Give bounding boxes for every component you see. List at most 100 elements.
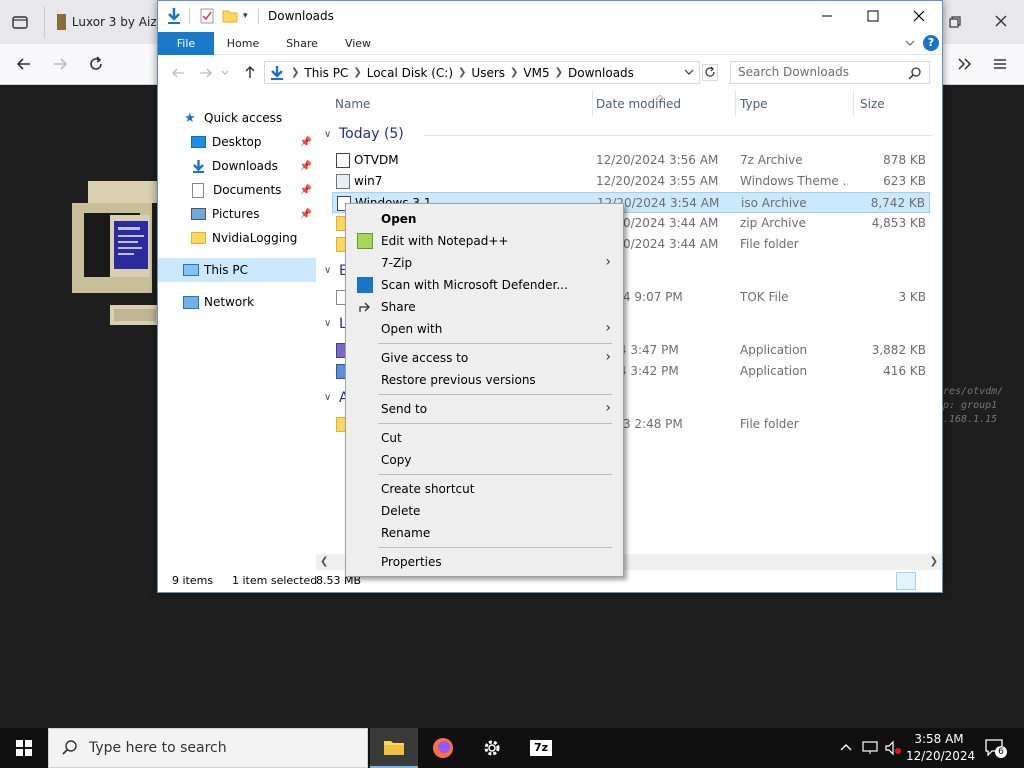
tab-view[interactable]: View bbox=[334, 32, 382, 55]
menu-item-copy[interactable]: Copy bbox=[348, 449, 621, 471]
breadcrumb-local-disk[interactable]: Local Disk (C:) bbox=[362, 66, 458, 80]
terminal-line: p: group1 bbox=[943, 400, 998, 411]
address-bar[interactable]: ❯ This PC ❯ Local Disk (C:) ❯ Users ❯ VM… bbox=[264, 61, 700, 84]
menu-item-give-access[interactable]: Give access to › bbox=[348, 347, 621, 369]
properties-check-icon[interactable] bbox=[200, 8, 214, 24]
nav-item-documents[interactable]: Documents 📌 bbox=[158, 178, 316, 202]
menu-item-send-to[interactable]: Send to › bbox=[348, 398, 621, 420]
file-row[interactable]: win7 12/20/2024 3:55 AM Windows Theme ..… bbox=[332, 171, 930, 192]
nav-quick-access[interactable]: ★ Quick access bbox=[158, 106, 316, 130]
notepadpp-icon bbox=[357, 233, 373, 249]
breadcrumb-vm5[interactable]: VM5 bbox=[518, 66, 554, 80]
refresh-icon[interactable] bbox=[702, 64, 718, 81]
tab-share[interactable]: Share bbox=[276, 32, 328, 55]
menu-item-create-shortcut[interactable]: Create shortcut bbox=[348, 478, 621, 500]
file-row[interactable]: OTVDM 12/20/2024 3:56 AM 7z Archive 878 … bbox=[332, 150, 930, 171]
details-view-icon[interactable] bbox=[896, 572, 916, 590]
notifications-icon[interactable]: 6 bbox=[984, 738, 1007, 758]
start-button[interactable] bbox=[0, 728, 48, 768]
group-collapse-icon[interactable]: ∨ bbox=[324, 392, 331, 403]
search-input[interactable]: Search Downloads bbox=[730, 61, 930, 84]
pin-icon: 📌 bbox=[299, 136, 312, 148]
group-collapse-icon[interactable]: ∨ bbox=[324, 318, 331, 329]
group-header-today[interactable]: Today (5) bbox=[339, 126, 404, 142]
back-icon[interactable] bbox=[170, 65, 186, 81]
nav-item-nvidialogging[interactable]: NvidiaLogging bbox=[158, 226, 316, 250]
file-explorer-taskbar-icon[interactable] bbox=[370, 728, 418, 768]
maximize-icon[interactable] bbox=[858, 7, 888, 25]
network-status-icon[interactable] bbox=[862, 740, 880, 756]
tab-home[interactable]: Home bbox=[218, 32, 268, 55]
breadcrumb-downloads[interactable]: Downloads bbox=[563, 66, 639, 80]
menu-label: Scan with Microsoft Defender... bbox=[381, 278, 568, 292]
menu-hamburger-icon[interactable] bbox=[988, 52, 1012, 76]
recent-locations-chevron-icon[interactable] bbox=[220, 67, 230, 79]
nav-network[interactable]: Network bbox=[158, 290, 316, 314]
nav-this-pc[interactable]: This PC bbox=[158, 258, 316, 282]
menu-item-cut[interactable]: Cut bbox=[348, 427, 621, 449]
close-icon[interactable] bbox=[904, 7, 934, 25]
menu-item-delete[interactable]: Delete bbox=[348, 500, 621, 522]
column-header-name[interactable]: Name bbox=[335, 97, 370, 111]
menu-separator bbox=[378, 394, 612, 395]
menu-item-edit-notepadpp[interactable]: Edit with Notepad++ bbox=[348, 230, 621, 252]
menu-separator bbox=[378, 547, 612, 548]
menu-item-7zip[interactable]: 7-Zip › bbox=[348, 252, 621, 274]
menu-item-open-with[interactable]: Open with › bbox=[348, 318, 621, 340]
nav-label: Desktop bbox=[212, 135, 262, 149]
forward-icon[interactable] bbox=[198, 65, 214, 81]
address-history-chevron-icon[interactable] bbox=[683, 66, 695, 78]
7zip-taskbar-icon[interactable]: 7z bbox=[517, 728, 565, 768]
nav-item-downloads[interactable]: Downloads 📌 bbox=[158, 154, 316, 178]
menu-label: Rename bbox=[381, 526, 431, 540]
settings-gear-icon[interactable] bbox=[468, 728, 516, 768]
breadcrumb-users[interactable]: Users bbox=[466, 66, 510, 80]
tab-file[interactable]: File bbox=[158, 32, 214, 55]
group-collapse-icon[interactable]: ∨ bbox=[324, 265, 331, 276]
customize-toolbar-icon[interactable]: ▾ bbox=[243, 11, 253, 21]
menu-item-share[interactable]: Share bbox=[348, 296, 621, 318]
reload-icon[interactable] bbox=[84, 52, 108, 76]
group-collapse-icon[interactable]: ∨ bbox=[324, 129, 331, 140]
overflow-chevron-icon[interactable] bbox=[952, 52, 976, 76]
nav-item-desktop[interactable]: Desktop 📌 bbox=[158, 130, 316, 154]
menu-item-open[interactable]: Open bbox=[348, 208, 621, 230]
file-date: 12/20/2024 3:56 AM bbox=[596, 153, 719, 167]
terminal-line: .168.1.15 bbox=[943, 414, 998, 425]
column-header-type[interactable]: Type bbox=[740, 97, 768, 111]
taskbar-search-box[interactable]: Type here to search bbox=[48, 728, 368, 768]
file-type: TOK File bbox=[740, 290, 789, 304]
browser-tab[interactable]: Luxor 3 by Aiza bbox=[44, 6, 164, 38]
close-browser-icon[interactable] bbox=[992, 12, 1010, 30]
taskbar-clock[interactable]: 3:58 AM 12/20/2024 bbox=[906, 731, 975, 765]
column-header-date[interactable]: Date modified bbox=[596, 97, 681, 111]
minimize-icon[interactable] bbox=[812, 7, 842, 25]
crumb-separator-icon: ❯ bbox=[353, 67, 362, 78]
scroll-left-icon[interactable]: ❮ bbox=[320, 556, 328, 567]
expand-ribbon-chevron-icon[interactable] bbox=[903, 36, 917, 50]
back-arrow-icon[interactable] bbox=[12, 52, 36, 76]
restore-window-icon[interactable] bbox=[946, 13, 964, 31]
show-hidden-icons-chevron-icon[interactable] bbox=[838, 740, 854, 756]
menu-item-scan-defender[interactable]: Scan with Microsoft Defender... bbox=[348, 274, 621, 296]
submenu-arrow-icon: › bbox=[605, 254, 611, 270]
new-folder-icon[interactable] bbox=[222, 9, 238, 23]
quick-access-downloads-icon[interactable] bbox=[166, 7, 182, 25]
help-icon[interactable]: ? bbox=[923, 35, 939, 51]
file-size: 416 KB bbox=[883, 364, 926, 378]
volume-muted-icon[interactable] bbox=[884, 740, 902, 756]
breadcrumb-this-pc[interactable]: This PC bbox=[299, 66, 353, 80]
menu-item-rename[interactable]: Rename bbox=[348, 522, 621, 544]
firefox-icon[interactable] bbox=[419, 728, 467, 768]
menu-item-properties[interactable]: Properties bbox=[348, 551, 621, 573]
scroll-right-icon[interactable]: ❯ bbox=[930, 556, 938, 567]
up-icon[interactable] bbox=[242, 64, 258, 80]
tab-list-icon[interactable] bbox=[10, 12, 30, 32]
forward-arrow-icon[interactable] bbox=[48, 52, 72, 76]
menu-item-restore-versions[interactable]: Restore previous versions bbox=[348, 369, 621, 391]
archive-7z-icon bbox=[336, 153, 350, 168]
large-icons-view-icon[interactable] bbox=[920, 572, 938, 590]
column-header-size[interactable]: Size bbox=[860, 97, 885, 111]
pictures-icon bbox=[191, 208, 206, 220]
nav-item-pictures[interactable]: Pictures 📌 bbox=[158, 202, 316, 226]
